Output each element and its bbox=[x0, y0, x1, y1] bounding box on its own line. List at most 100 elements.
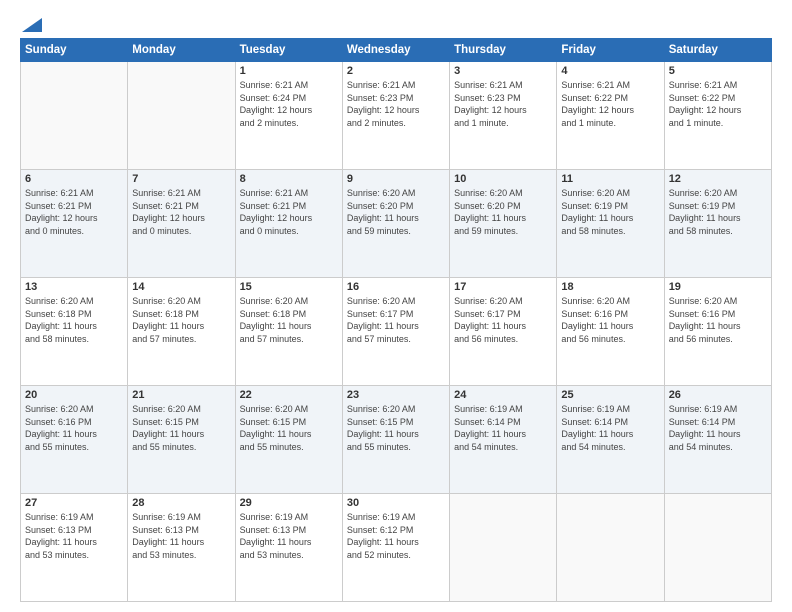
calendar-week-3: 13 Sunrise: 6:20 AM Sunset: 6:18 PM Dayli… bbox=[21, 278, 772, 386]
day-number: 9 bbox=[347, 173, 445, 185]
day-info: Sunrise: 6:21 AM Sunset: 6:21 PM Dayligh… bbox=[240, 187, 338, 237]
calendar-cell: 14Sunrise: 6:20 AM Sunset: 6:18 PM Dayli… bbox=[128, 278, 235, 386]
calendar-cell: 22 Sunrise: 6:20 AM Sunset: 6:15 PM Dayli… bbox=[235, 386, 342, 494]
day-number: 24 bbox=[454, 389, 552, 401]
calendar-cell: 17 Sunrise: 6:20 AM Sunset: 6:17 PM Dayli… bbox=[450, 278, 557, 386]
day-number: 23 bbox=[347, 389, 445, 401]
day-info: Sunrise: 6:20 AM Sunset: 6:16 PM Dayligh… bbox=[25, 403, 123, 453]
day-info: Sunrise: 6:20 AM Sunset: 6:20 PM Dayligh… bbox=[347, 187, 445, 237]
calendar-cell: 13 Sunrise: 6:20 AM Sunset: 6:18 PM Dayli… bbox=[21, 278, 128, 386]
calendar-cell: 11 Sunrise: 6:20 AM Sunset: 6:19 PM Dayli… bbox=[557, 170, 664, 278]
calendar-cell: 26 Sunrise: 6:19 AM Sunset: 6:14 PM Dayli… bbox=[664, 386, 771, 494]
calendar-header-row: SundayMondayTuesdayWednesdayThursdayFrid… bbox=[21, 39, 772, 62]
calendar-cell bbox=[450, 494, 557, 602]
day-info: Sunrise: 6:20 AM Sunset: 6:19 PM Dayligh… bbox=[561, 187, 659, 237]
day-info: Sunrise: 6:20 AM Sunset: 6:15 PM Dayligh… bbox=[132, 403, 230, 453]
page: SundayMondayTuesdayWednesdayThursdayFrid… bbox=[0, 0, 792, 612]
day-number: 20 bbox=[25, 389, 123, 401]
calendar-cell bbox=[664, 494, 771, 602]
day-number: 1 bbox=[240, 65, 338, 77]
day-info: Sunrise: 6:20 AM Sunset: 6:15 PM Dayligh… bbox=[240, 403, 338, 453]
calendar-cell: 27 Sunrise: 6:19 AM Sunset: 6:13 PM Dayli… bbox=[21, 494, 128, 602]
calendar-cell: 25Sunrise: 6:19 AM Sunset: 6:14 PM Dayli… bbox=[557, 386, 664, 494]
calendar-cell: 29Sunrise: 6:19 AM Sunset: 6:13 PM Dayli… bbox=[235, 494, 342, 602]
day-info: Sunrise: 6:20 AM Sunset: 6:17 PM Dayligh… bbox=[347, 295, 445, 345]
day-number: 8 bbox=[240, 173, 338, 185]
day-info: Sunrise: 6:21 AM Sunset: 6:22 PM Dayligh… bbox=[669, 79, 767, 129]
calendar-cell bbox=[128, 62, 235, 170]
day-info: Sunrise: 6:20 AM Sunset: 6:18 PM Dayligh… bbox=[25, 295, 123, 345]
calendar-cell: 3Sunrise: 6:21 AM Sunset: 6:23 PM Daylig… bbox=[450, 62, 557, 170]
day-header-monday: Monday bbox=[128, 39, 235, 62]
day-info: Sunrise: 6:19 AM Sunset: 6:14 PM Dayligh… bbox=[561, 403, 659, 453]
day-number: 22 bbox=[240, 389, 338, 401]
calendar-cell: 18 Sunrise: 6:20 AM Sunset: 6:16 PM Dayli… bbox=[557, 278, 664, 386]
day-number: 11 bbox=[561, 173, 659, 185]
calendar-cell: 5 Sunrise: 6:21 AM Sunset: 6:22 PM Daylig… bbox=[664, 62, 771, 170]
day-info: Sunrise: 6:20 AM Sunset: 6:16 PM Dayligh… bbox=[561, 295, 659, 345]
logo bbox=[20, 18, 42, 28]
day-header-tuesday: Tuesday bbox=[235, 39, 342, 62]
day-number: 2 bbox=[347, 65, 445, 77]
day-info: Sunrise: 6:19 AM Sunset: 6:13 PM Dayligh… bbox=[240, 511, 338, 561]
calendar-week-4: 20 Sunrise: 6:20 AM Sunset: 6:16 PM Dayli… bbox=[21, 386, 772, 494]
day-number: 5 bbox=[669, 65, 767, 77]
day-info: Sunrise: 6:19 AM Sunset: 6:14 PM Dayligh… bbox=[669, 403, 767, 453]
day-number: 16 bbox=[347, 281, 445, 293]
calendar-cell: 10 Sunrise: 6:20 AM Sunset: 6:20 PM Dayli… bbox=[450, 170, 557, 278]
day-header-saturday: Saturday bbox=[664, 39, 771, 62]
day-info: Sunrise: 6:20 AM Sunset: 6:17 PM Dayligh… bbox=[454, 295, 552, 345]
day-info: Sunrise: 6:20 AM Sunset: 6:15 PM Dayligh… bbox=[347, 403, 445, 453]
calendar-cell: 9 Sunrise: 6:20 AM Sunset: 6:20 PM Daylig… bbox=[342, 170, 449, 278]
calendar-cell: 28 Sunrise: 6:19 AM Sunset: 6:13 PM Dayli… bbox=[128, 494, 235, 602]
calendar-table: SundayMondayTuesdayWednesdayThursdayFrid… bbox=[20, 38, 772, 602]
calendar-cell: 30 Sunrise: 6:19 AM Sunset: 6:12 PM Dayli… bbox=[342, 494, 449, 602]
day-number: 13 bbox=[25, 281, 123, 293]
day-info: Sunrise: 6:19 AM Sunset: 6:12 PM Dayligh… bbox=[347, 511, 445, 561]
calendar-week-5: 27 Sunrise: 6:19 AM Sunset: 6:13 PM Dayli… bbox=[21, 494, 772, 602]
day-number: 17 bbox=[454, 281, 552, 293]
day-info: Sunrise: 6:21 AM Sunset: 6:21 PM Dayligh… bbox=[132, 187, 230, 237]
calendar-cell: 8 Sunrise: 6:21 AM Sunset: 6:21 PM Daylig… bbox=[235, 170, 342, 278]
day-info: Sunrise: 6:20 AM Sunset: 6:19 PM Dayligh… bbox=[669, 187, 767, 237]
day-info: Sunrise: 6:21 AM Sunset: 6:24 PM Dayligh… bbox=[240, 79, 338, 129]
calendar-cell: 19 Sunrise: 6:20 AM Sunset: 6:16 PM Dayli… bbox=[664, 278, 771, 386]
day-number: 28 bbox=[132, 497, 230, 509]
day-info: Sunrise: 6:21 AM Sunset: 6:23 PM Dayligh… bbox=[347, 79, 445, 129]
day-number: 21 bbox=[132, 389, 230, 401]
day-number: 10 bbox=[454, 173, 552, 185]
day-number: 18 bbox=[561, 281, 659, 293]
calendar-cell: 24 Sunrise: 6:19 AM Sunset: 6:14 PM Dayli… bbox=[450, 386, 557, 494]
day-info: Sunrise: 6:19 AM Sunset: 6:13 PM Dayligh… bbox=[132, 511, 230, 561]
day-number: 30 bbox=[347, 497, 445, 509]
day-number: 4 bbox=[561, 65, 659, 77]
day-info: Sunrise: 6:20 AM Sunset: 6:20 PM Dayligh… bbox=[454, 187, 552, 237]
day-header-sunday: Sunday bbox=[21, 39, 128, 62]
day-number: 26 bbox=[669, 389, 767, 401]
calendar-cell: 20 Sunrise: 6:20 AM Sunset: 6:16 PM Dayli… bbox=[21, 386, 128, 494]
day-info: Sunrise: 6:20 AM Sunset: 6:18 PM Dayligh… bbox=[240, 295, 338, 345]
day-number: 27 bbox=[25, 497, 123, 509]
logo-icon bbox=[22, 18, 42, 32]
calendar-week-2: 6 Sunrise: 6:21 AM Sunset: 6:21 PM Daylig… bbox=[21, 170, 772, 278]
day-number: 19 bbox=[669, 281, 767, 293]
day-info: Sunrise: 6:19 AM Sunset: 6:14 PM Dayligh… bbox=[454, 403, 552, 453]
day-number: 6 bbox=[25, 173, 123, 185]
day-number: 12 bbox=[669, 173, 767, 185]
day-info: Sunrise: 6:21 AM Sunset: 6:22 PM Dayligh… bbox=[561, 79, 659, 129]
calendar-cell: 12 Sunrise: 6:20 AM Sunset: 6:19 PM Dayli… bbox=[664, 170, 771, 278]
day-info: Sunrise: 6:21 AM Sunset: 6:23 PM Dayligh… bbox=[454, 79, 552, 129]
calendar-cell: 23 Sunrise: 6:20 AM Sunset: 6:15 PM Dayli… bbox=[342, 386, 449, 494]
calendar-cell: 1 Sunrise: 6:21 AM Sunset: 6:24 PM Daylig… bbox=[235, 62, 342, 170]
calendar-week-1: 1 Sunrise: 6:21 AM Sunset: 6:24 PM Daylig… bbox=[21, 62, 772, 170]
day-info: Sunrise: 6:20 AM Sunset: 6:18 PM Dayligh… bbox=[132, 295, 230, 345]
day-info: Sunrise: 6:19 AM Sunset: 6:13 PM Dayligh… bbox=[25, 511, 123, 561]
day-number: 7 bbox=[132, 173, 230, 185]
calendar-cell bbox=[557, 494, 664, 602]
day-info: Sunrise: 6:20 AM Sunset: 6:16 PM Dayligh… bbox=[669, 295, 767, 345]
calendar-cell: 7 Sunrise: 6:21 AM Sunset: 6:21 PM Daylig… bbox=[128, 170, 235, 278]
calendar-cell: 4 Sunrise: 6:21 AM Sunset: 6:22 PM Daylig… bbox=[557, 62, 664, 170]
day-header-thursday: Thursday bbox=[450, 39, 557, 62]
calendar-cell: 16 Sunrise: 6:20 AM Sunset: 6:17 PM Dayli… bbox=[342, 278, 449, 386]
header bbox=[20, 18, 772, 28]
